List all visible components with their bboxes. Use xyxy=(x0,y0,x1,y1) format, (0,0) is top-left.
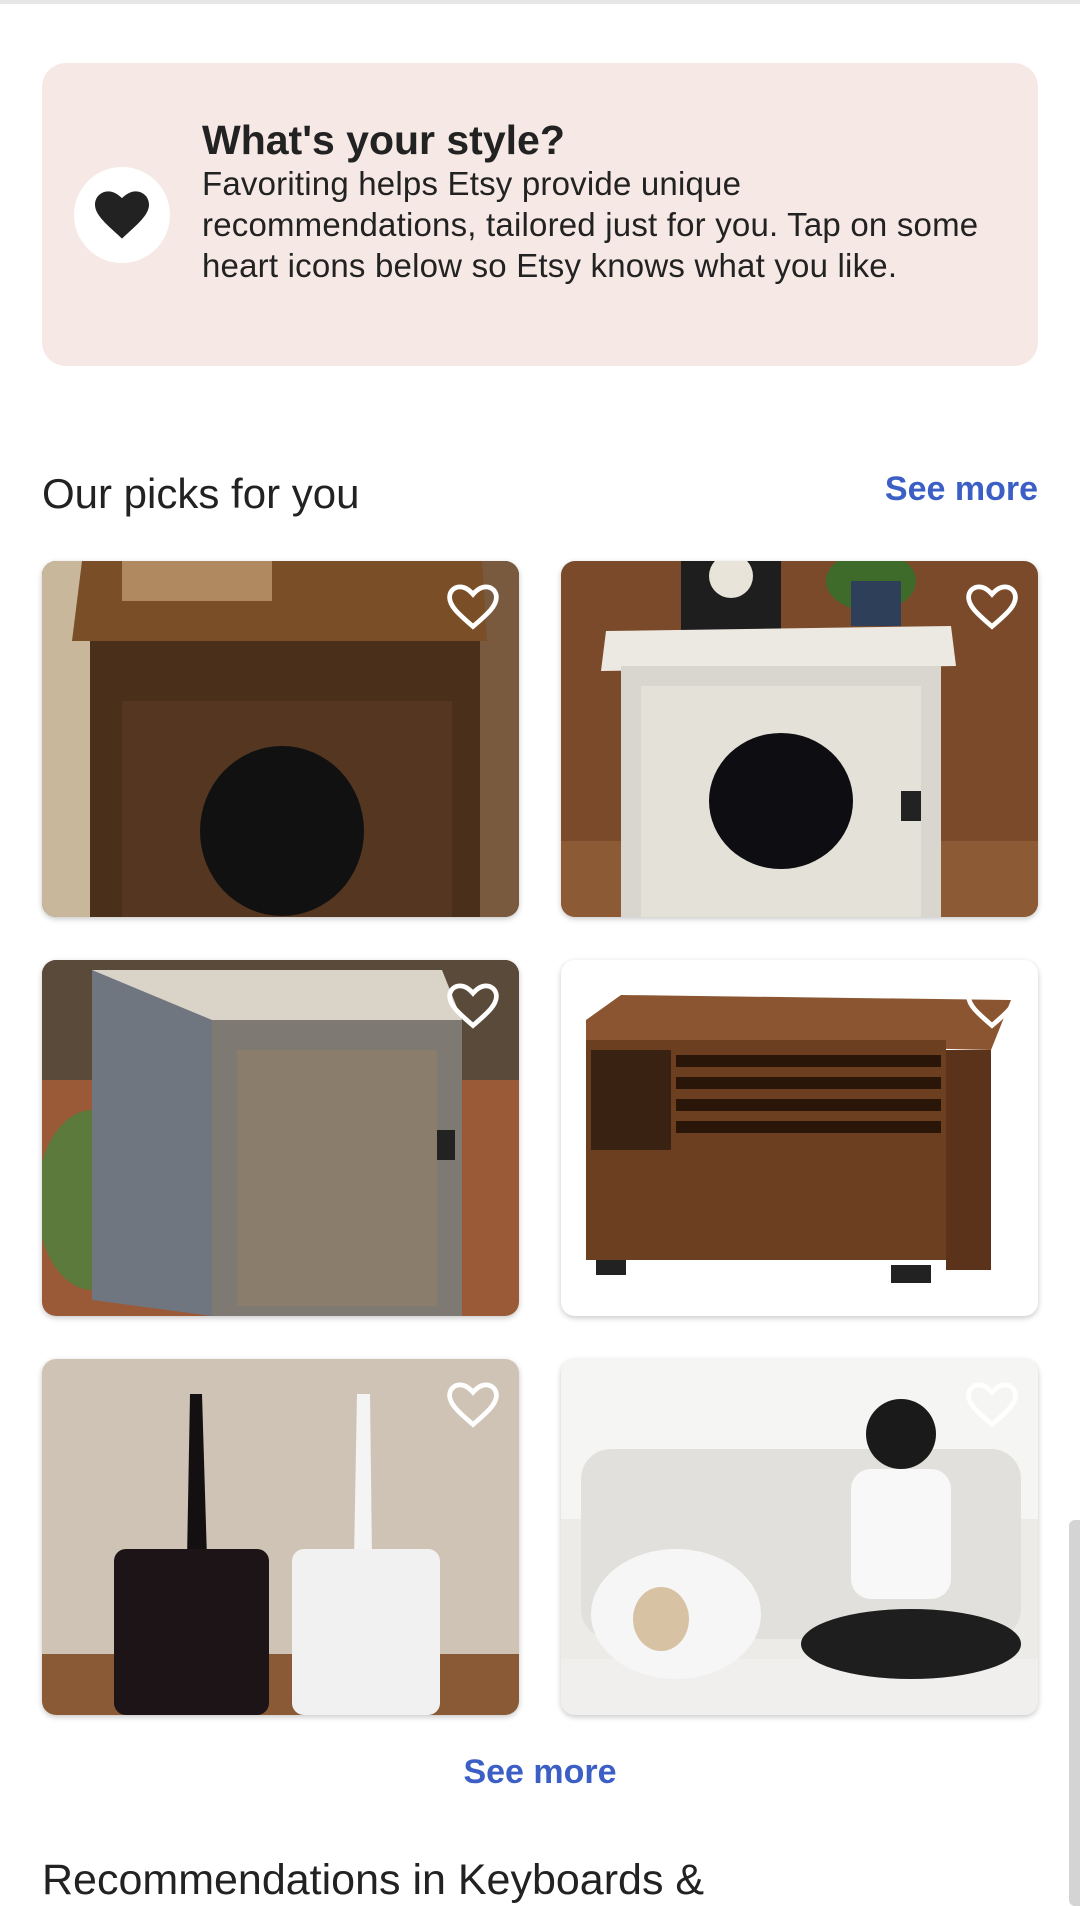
heart-outline-icon[interactable] xyxy=(445,1377,501,1433)
product-card-dark-wood-cabinet[interactable] xyxy=(42,561,519,917)
product-card-rustic-cabinet[interactable] xyxy=(42,960,519,1316)
product-card-walnut-cabinet[interactable] xyxy=(561,960,1038,1316)
heart-outline-icon[interactable] xyxy=(964,1377,1020,1433)
see-more-link[interactable]: See more xyxy=(885,470,1038,509)
banner-text: Favoriting helps Etsy provide unique rec… xyxy=(202,165,979,284)
style-banner: What's your style? Favoriting helps Etsy… xyxy=(42,63,1038,366)
product-card-enclosed-litter-box[interactable] xyxy=(561,1359,1038,1715)
section-title: Our picks for you xyxy=(42,470,360,517)
next-section-title: Recommendations in Keyboards & xyxy=(42,1856,705,1904)
product-card-scoop-holders[interactable] xyxy=(42,1359,519,1715)
scrollbar[interactable] xyxy=(1069,1520,1080,1906)
heart-icon xyxy=(74,167,170,263)
heart-outline-icon[interactable] xyxy=(964,978,1020,1034)
see-more-button[interactable]: See more xyxy=(0,1753,1080,1792)
heart-outline-icon[interactable] xyxy=(445,978,501,1034)
banner-title: What's your style? xyxy=(202,117,565,163)
top-divider xyxy=(0,0,1080,4)
heart-outline-icon[interactable] xyxy=(964,579,1020,635)
heart-outline-icon[interactable] xyxy=(445,579,501,635)
product-card-white-cabinet[interactable] xyxy=(561,561,1038,917)
